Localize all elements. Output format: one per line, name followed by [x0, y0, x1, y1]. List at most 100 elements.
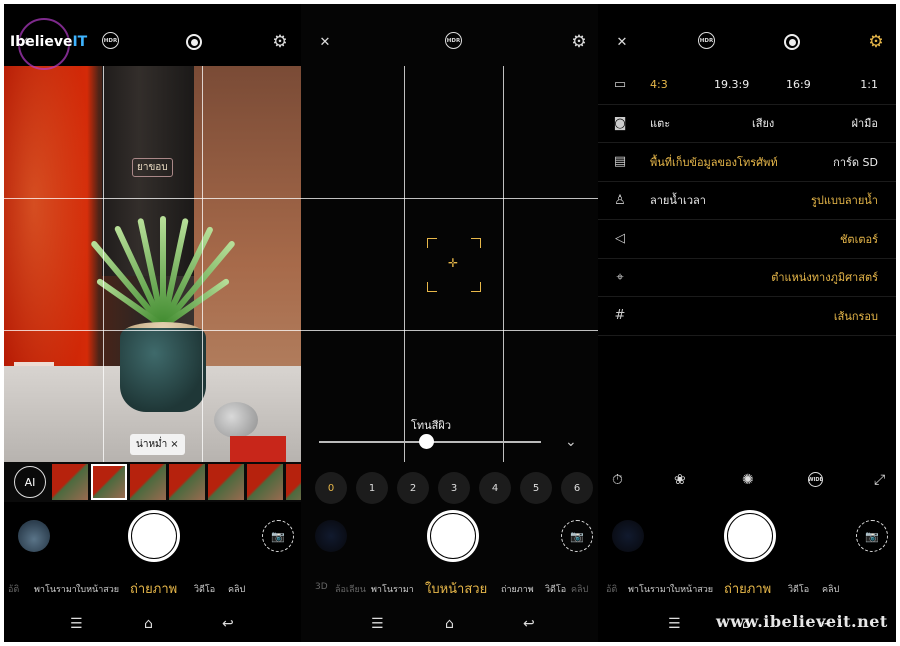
- settings-option[interactable]: การ์ด SD: [833, 153, 878, 171]
- menu-icon[interactable]: ☰: [70, 616, 83, 632]
- settings-option[interactable]: พื้นที่เก็บข้อมูลของโทรศัพท์: [650, 153, 778, 171]
- gallery-thumbnail[interactable]: [315, 520, 347, 552]
- gallery-thumbnail[interactable]: [612, 520, 644, 552]
- mode-tab[interactable]: พาโนรามา: [628, 582, 671, 596]
- wide-icon[interactable]: WIDE: [808, 472, 823, 487]
- mode-tab[interactable]: วิดีโอ: [788, 582, 809, 596]
- filter-icon[interactable]: ❀: [674, 472, 686, 488]
- menu-icon[interactable]: ☰: [668, 616, 681, 632]
- mode-tab[interactable]: คลิป: [228, 582, 245, 596]
- settings-option[interactable]: 4:3: [650, 78, 668, 91]
- settings-option[interactable]: ตำแหน่งทางภูมิศาสตร์: [771, 268, 878, 286]
- gear-icon[interactable]: ⚙: [270, 32, 290, 52]
- aspect-ratio-icon: ▭: [613, 77, 627, 93]
- settings-option[interactable]: ชัตเตอร์: [840, 230, 878, 248]
- beauty-level-button[interactable]: 4: [479, 472, 511, 504]
- mode-tab[interactable]: ล้อเลียน: [335, 582, 366, 596]
- home-icon[interactable]: ⌂: [445, 616, 454, 632]
- ai-button[interactable]: AI: [14, 466, 46, 498]
- mode-tab[interactable]: ถ่ายภาพ: [130, 578, 177, 599]
- flash-off-icon[interactable]: ✕: [612, 32, 632, 52]
- mode-tab[interactable]: พาโนรามา: [371, 582, 414, 596]
- grid-line: [4, 198, 301, 199]
- hdr-icon[interactable]: HDR: [445, 32, 462, 49]
- beauty-level-button[interactable]: 3: [438, 472, 470, 504]
- settings-panel: ▭ 4:3 19.3:9 16:9 1:1 ◙ แตะ เสียง ฝ่ามือ ▤ พื้นที่…: [598, 66, 896, 336]
- menu-icon[interactable]: ☰: [371, 616, 384, 632]
- focus-frame[interactable]: ✛: [427, 238, 481, 292]
- aperture-icon[interactable]: ✺: [742, 472, 754, 488]
- gallery-thumbnail[interactable]: [18, 520, 50, 552]
- mode-tab[interactable]: ถ่ายภาพ: [724, 578, 771, 599]
- mode-tab[interactable]: วิดีโอ: [545, 582, 566, 596]
- filter-thumbnail[interactable]: [208, 464, 244, 500]
- capture-controls: 📷: [4, 504, 301, 568]
- filter-strip: AI: [4, 462, 301, 502]
- mode-tab[interactable]: พาโนรามา: [34, 582, 77, 596]
- mode-tab[interactable]: คลิป: [822, 582, 839, 596]
- viewfinder[interactable]: ยาขอบ น่าหม่ำ ×: [4, 66, 301, 462]
- grid-line: [503, 66, 504, 462]
- beauty-level-button[interactable]: 6: [561, 472, 593, 504]
- filter-thumbnail[interactable]: [52, 464, 88, 500]
- mode-tab[interactable]: คลิป: [571, 582, 588, 596]
- settings-row: # เส้นกรอบ: [598, 297, 896, 336]
- settings-option[interactable]: 1:1: [860, 78, 878, 91]
- chevron-down-icon[interactable]: ⌄: [565, 434, 577, 450]
- beauty-level-button[interactable]: 5: [520, 472, 552, 504]
- settings-option[interactable]: เส้นกรอบ: [834, 307, 878, 325]
- settings-option[interactable]: แตะ: [650, 114, 670, 132]
- filter-thumbnail[interactable]: [286, 464, 301, 500]
- beauty-level-button[interactable]: 0: [315, 472, 347, 504]
- back-icon[interactable]: ↩: [523, 616, 535, 632]
- filter-thumbnail[interactable]: [169, 464, 205, 500]
- mode-tab[interactable]: ถ่ายภาพ: [501, 582, 534, 596]
- filter-thumbnail[interactable]: [247, 464, 283, 500]
- watermark-site: www.ibelieveit.net: [716, 612, 888, 631]
- close-icon[interactable]: ×: [170, 439, 178, 450]
- skin-tone-slider-knob[interactable]: [418, 434, 434, 449]
- settings-option[interactable]: ฝ่ามือ: [852, 114, 878, 132]
- mode-tab[interactable]: ใบหน้าสวย: [670, 582, 713, 596]
- home-icon[interactable]: ⌂: [144, 616, 153, 632]
- mode-tab[interactable]: อ้ติ: [8, 582, 19, 596]
- shutter-button[interactable]: [128, 510, 180, 562]
- beauty-level-button[interactable]: 2: [397, 472, 429, 504]
- book-label: ยาขอบ: [132, 158, 173, 177]
- mode-tab[interactable]: ใบหน้าสวย: [425, 578, 487, 599]
- expand-icon[interactable]: ⤢: [874, 472, 885, 488]
- settings-option[interactable]: เสียง: [752, 114, 774, 132]
- mode-tab[interactable]: อ้ติ: [606, 582, 617, 596]
- shutter-button[interactable]: [724, 510, 776, 562]
- mode-selector: 3D ล้อเลียน พาโนรามา ใบหน้าสวย ถ่ายภาพ วิดีโอ…: [301, 578, 598, 600]
- shutter-sound-icon: ◁: [615, 231, 625, 247]
- beauty-level-button[interactable]: 1: [356, 472, 388, 504]
- grid-line: [202, 66, 203, 462]
- filter-chip[interactable]: น่าหม่ำ ×: [130, 434, 185, 455]
- filter-thumbnail[interactable]: [130, 464, 166, 500]
- filter-thumbnail-selected[interactable]: [91, 464, 127, 500]
- settings-row: ◙ แตะ เสียง ฝ่ามือ: [598, 105, 896, 143]
- settings-option[interactable]: รูปแบบลายน้ำ: [811, 191, 878, 209]
- hdr-icon[interactable]: HDR: [102, 32, 119, 49]
- settings-option[interactable]: 19.3:9: [714, 78, 749, 91]
- mode-tab[interactable]: 3D: [315, 582, 328, 592]
- switch-camera-icon[interactable]: 📷: [856, 520, 888, 552]
- flash-off-icon[interactable]: ✕: [315, 32, 335, 52]
- settings-option[interactable]: 16:9: [786, 78, 811, 91]
- settings-option[interactable]: ลายน้ำเวลา: [650, 191, 706, 209]
- camera-panel-beauty: ✕ HDR ⚙ ✛ โทนสีผิว ⌄ 0123456 📷 3D ล้อเลีย…: [301, 4, 598, 642]
- shutter-button[interactable]: [427, 510, 479, 562]
- shutter-mode-icon[interactable]: [184, 32, 204, 52]
- switch-camera-icon[interactable]: 📷: [561, 520, 593, 552]
- hdr-icon[interactable]: HDR: [698, 32, 715, 49]
- mode-tab[interactable]: ใบหน้าสวย: [76, 582, 119, 596]
- timer-icon[interactable]: ⏱: [612, 472, 623, 488]
- back-icon[interactable]: ↩: [222, 616, 234, 632]
- settings-row: ♙ ลายน้ำเวลา รูปแบบลายน้ำ: [598, 182, 896, 220]
- gear-icon[interactable]: ⚙: [866, 32, 886, 52]
- mode-tab[interactable]: วิดีโอ: [194, 582, 215, 596]
- gear-icon[interactable]: ⚙: [569, 32, 589, 52]
- shutter-mode-icon[interactable]: [782, 32, 802, 52]
- switch-camera-icon[interactable]: 📷: [262, 520, 294, 552]
